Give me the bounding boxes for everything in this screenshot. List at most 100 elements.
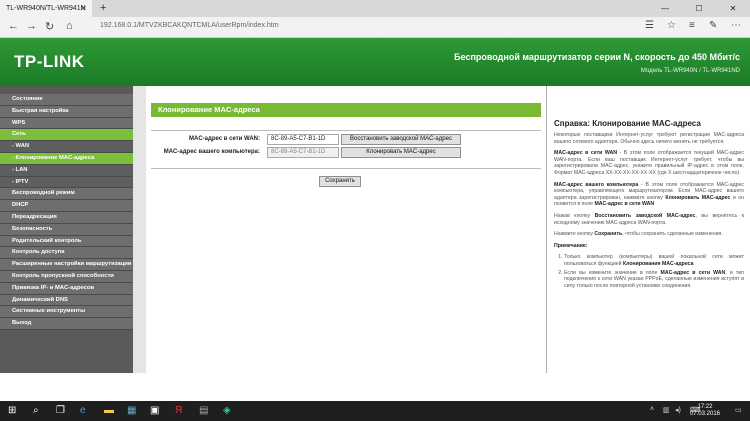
menu-item-advanced-routing[interactable]: Расширенные настройки маршрутизации — [0, 259, 133, 271]
help-term: Клонирования MAC-адреса — [622, 260, 694, 267]
divider — [151, 168, 541, 169]
menu-item-quick-setup[interactable]: Быстрая настройка — [0, 105, 133, 118]
pc-mac-label: MAC-адрес вашего компьютера: — [163, 149, 260, 155]
favorite-icon[interactable]: ☆ — [667, 20, 676, 31]
restore-default-mac-button[interactable]: Восстановить заводской MAC-адрес — [341, 134, 461, 145]
menu-item-system-tools[interactable]: Системные инструменты — [0, 306, 133, 319]
help-text: Нажав кнопку — [554, 212, 595, 219]
help-term: MAC-адрес вашего компьютера — [554, 181, 639, 188]
network-icon[interactable]: ▥ — [663, 406, 670, 414]
menu-item-bandwidth-control[interactable]: Контроль пропускной способности — [0, 270, 133, 283]
help-text: Если вы измените значение в поле — [564, 269, 661, 276]
close-window-button[interactable]: ✕ — [716, 0, 750, 17]
help-text: Нажмите кнопку — [554, 231, 595, 238]
wan-mac-label: MAC-адрес в сети WAN: — [189, 136, 260, 142]
home-icon[interactable]: ⌂ — [66, 20, 73, 32]
menu-item-forwarding[interactable]: Переадресация — [0, 211, 133, 224]
menu-item-wps[interactable]: WPS — [0, 117, 133, 130]
minimize-button[interactable]: — — [648, 0, 682, 17]
main-panel: Клонирование MAC-адреса MAC-адрес в сети… — [146, 86, 546, 373]
task-view-icon[interactable]: ❐ — [56, 405, 65, 416]
section-title: Клонирование MAC-адреса — [151, 103, 541, 117]
search-icon[interactable]: ⌕ — [33, 405, 39, 416]
app-icon[interactable]: ▤ — [199, 405, 208, 416]
help-panel: Справка: Клонирование MAC-адреса Некотор… — [546, 86, 750, 373]
taskbar: ⊞ ⌕ ❐ e ▬ ▦ ▣ Я ▤ ◈ ˄ ▥ ◂) ⌨ 17:22 07.03… — [0, 401, 750, 421]
explorer-icon[interactable]: ▬ — [104, 405, 114, 416]
save-button[interactable]: Сохранить — [319, 176, 361, 187]
menu-item-dhcp[interactable]: DHCP — [0, 200, 133, 212]
notifications-icon[interactable]: ▭ — [735, 406, 742, 414]
back-icon[interactable]: ← — [8, 20, 19, 32]
tab-close-icon[interactable]: ✕ — [80, 4, 87, 13]
menu-item-ip-mac-binding[interactable]: Привязка IP- и MAC-адресов — [0, 282, 133, 295]
menu-item-iptv[interactable]: - IPTV — [0, 176, 133, 189]
help-term: Восстановить заводской MAC-адрес — [594, 212, 696, 219]
menu-item-wireless[interactable]: Беспроводной режим — [0, 188, 133, 201]
more-icon[interactable]: ⋯ — [731, 20, 741, 31]
browser-tab[interactable]: TL-WR940N/TL-WR941N ✕ — [0, 0, 92, 17]
menu-item-network[interactable]: Сеть — [0, 129, 133, 142]
help-note-title: Примечание: — [554, 243, 744, 250]
router-model: Модель TL-WR940N / TL-WR941ND — [640, 68, 740, 74]
menu-item-security[interactable]: Безопасность — [0, 223, 133, 236]
menu-item-logout[interactable]: Выход — [0, 318, 133, 330]
tab-title: TL-WR940N/TL-WR941N — [6, 5, 86, 12]
window-controls: — ☐ ✕ — [648, 0, 750, 17]
help-term: MAC-адрес в сети WAN — [594, 201, 655, 208]
wan-mac-input[interactable]: 8C-89-A5-C7-B1-1D — [267, 134, 339, 145]
yandex-icon[interactable]: Я — [175, 405, 182, 416]
router-title: Беспроводной маршрутизатор серии N, скор… — [454, 52, 740, 62]
help-term: Клонировать MAC-адрес — [665, 194, 731, 201]
help-wan-mac: MAC-адрес в сети WAN - В этом поле отобр… — [554, 150, 744, 176]
start-icon[interactable]: ⊞ — [8, 405, 16, 416]
reading-view-icon[interactable]: ☰ — [645, 20, 654, 31]
help-pc-mac: MAC-адрес вашего компьютера - В этом пол… — [554, 182, 744, 208]
url-field[interactable]: 192.168.0.1/MTVZKBCAKQNTCMLA/userRpm/ind… — [100, 22, 279, 29]
help-text: , чтобы сохранить сделанные изменения. — [622, 231, 723, 238]
help-term: Примечание: — [554, 242, 588, 249]
clone-mac-button[interactable]: Клонировать MAC-адрес — [341, 147, 461, 158]
notes-icon[interactable]: ✎ — [709, 20, 717, 31]
menu-item-parental-control[interactable]: Родительский контроль — [0, 235, 133, 248]
volume-icon[interactable]: ◂) — [675, 406, 681, 414]
help-intro: Некоторые поставщики Интернет-услуг треб… — [554, 132, 744, 145]
help-title: Справка: Клонирование MAC-адреса — [554, 119, 701, 128]
maximize-button[interactable]: ☐ — [682, 0, 716, 17]
separator-strip — [133, 86, 146, 373]
help-note-item: Если вы измените значение в поле MAC-адр… — [564, 270, 744, 290]
divider — [151, 130, 541, 131]
browser-tab-bar: TL-WR940N/TL-WR941N ✕ + — ☐ ✕ — [0, 0, 750, 17]
menu-item-lan[interactable]: - LAN — [0, 164, 133, 177]
forward-icon[interactable]: → — [26, 20, 37, 32]
edge-icon[interactable]: e — [80, 405, 86, 416]
app-icon[interactable]: ▣ — [150, 405, 159, 416]
menu-item-ddns[interactable]: Динамический DNS — [0, 294, 133, 307]
store-icon[interactable]: ▦ — [127, 405, 136, 416]
help-restore: Нажав кнопку Восстановить заводской MAC-… — [554, 213, 744, 226]
router-header: TP-LINK Беспроводной маршрутизатор серии… — [0, 38, 750, 86]
menu-item-access-control[interactable]: Контроль доступа — [0, 247, 133, 260]
tray-up-icon[interactable]: ˄ — [650, 406, 654, 413]
help-body: Некоторые поставщики Интернет-услуг треб… — [554, 132, 744, 291]
clock-date: 07.03.2016 — [689, 411, 720, 417]
help-term: MAC-адрес в сети WAN — [554, 150, 617, 157]
help-save: Нажмите кнопку Сохранить, чтобы сохранит… — [554, 231, 744, 238]
help-term: MAC-адрес в сети WAN — [660, 269, 726, 276]
tp-link-logo: TP-LINK — [14, 52, 85, 71]
clock[interactable]: 17:22 07.03.2016 — [690, 404, 720, 418]
menu-item-status[interactable]: Состояние — [0, 94, 133, 106]
screen: { "browser": { "tab_title": "TL-WR940N/T… — [0, 0, 750, 421]
help-note-item: Только компьютер (компьютеры) вашей лока… — [564, 254, 744, 267]
menu-item-mac-clone[interactable]: - Клонирование MAC-адреса — [0, 152, 133, 165]
help-note-list: Только компьютер (компьютеры) вашей лока… — [554, 254, 744, 289]
menu-item-wan[interactable]: - WAN — [0, 141, 133, 153]
hub-icon[interactable]: ≡ — [689, 20, 695, 31]
sidebar-menu: Состояние Быстрая настройка WPS Сеть - W… — [0, 86, 133, 373]
clock-time: 17:22 — [697, 404, 713, 410]
refresh-icon[interactable]: ↻ — [45, 20, 54, 33]
new-tab-icon[interactable]: + — [100, 2, 106, 14]
help-term: Сохранить — [594, 231, 623, 238]
app-icon[interactable]: ◈ — [223, 405, 231, 416]
address-bar: ← → ↻ ⌂ 192.168.0.1/MTVZKBCAKQNTCMLA/use… — [0, 17, 750, 38]
